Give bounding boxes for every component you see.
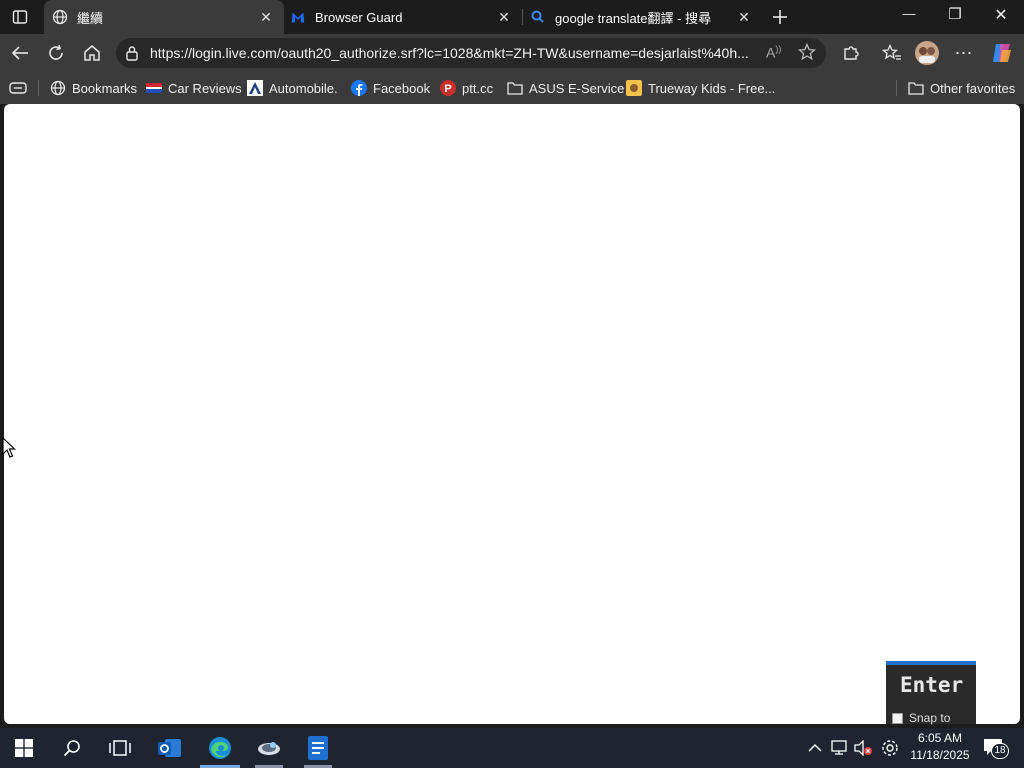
settings-gear-icon[interactable] [880, 738, 900, 758]
favorite-automobile[interactable]: Automobile. [247, 78, 338, 98]
favorite-facebook[interactable]: Facebook [351, 78, 430, 98]
minimize-button[interactable]: — [896, 6, 922, 28]
enter-title[interactable]: Enter [900, 673, 963, 697]
tab-title: Browser Guard [315, 9, 403, 25]
favorite-bookmarks[interactable]: Bookmarks [50, 78, 137, 98]
favorite-asus-eservice[interactable]: ASUS E-Service [507, 78, 624, 98]
snap-to-option[interactable]: Snap to [892, 711, 950, 725]
windows-logo-icon [15, 739, 33, 757]
copilot-button[interactable] [987, 38, 1017, 68]
favbar-separator [38, 80, 39, 96]
system-clock[interactable]: 6:05 AM 11/18/2025 [905, 730, 975, 764]
lock-icon[interactable] [125, 45, 139, 66]
globe-icon [50, 80, 66, 96]
tab-browser-guard[interactable]: Browser Guard ✕ [284, 0, 522, 34]
tab-close-icon[interactable]: ✕ [258, 9, 274, 25]
tab-google-translate[interactable]: google translate翻譯 - 搜尋 ✕ [522, 0, 762, 34]
tab-strip: 繼續 ✕ Browser Guard ✕ google translate翻譯 … [0, 0, 1024, 34]
folder-icon [908, 80, 924, 96]
plus-icon [773, 10, 787, 24]
favbar-separator [896, 80, 897, 96]
refresh-button[interactable] [41, 38, 71, 68]
flag-icon [146, 80, 162, 96]
snap-checkbox[interactable] [892, 712, 903, 724]
task-view-icon [109, 740, 131, 756]
taskbar-app-circle[interactable] [245, 728, 293, 768]
taskbar-edge[interactable] [196, 728, 244, 768]
svg-text:P: P [444, 83, 451, 95]
start-button[interactable] [0, 728, 48, 768]
snap-label: Snap to [909, 711, 951, 725]
tab-title: google translate翻譯 - 搜尋 [555, 10, 712, 26]
navigation-toolbar: https://login.live.com/oauth20_authorize… [0, 34, 1024, 72]
favorite-trueway-kids[interactable]: Trueway Kids - Free... [626, 78, 775, 98]
trueway-icon [626, 80, 642, 96]
malwarebytes-icon [290, 9, 306, 25]
address-bar[interactable]: https://login.live.com/oauth20_authorize… [116, 38, 826, 68]
new-tab-button[interactable] [768, 5, 792, 29]
avatar-icon [915, 41, 939, 65]
settings-more-button[interactable]: ⋯ [949, 38, 979, 68]
chevron-up-icon [808, 743, 822, 752]
tab-title: 繼續 [77, 10, 104, 26]
taskbar: 6:05 AM 11/18/2025 18 [0, 728, 1024, 768]
url-text[interactable]: https://login.live.com/oauth20_authorize… [150, 45, 760, 61]
notification-center-button[interactable]: 18 [983, 738, 1009, 760]
facebook-icon [351, 80, 367, 96]
more-dots-icon: ⋯ [954, 42, 974, 63]
taskbar-docs[interactable] [294, 728, 342, 768]
workspaces-button[interactable] [8, 6, 32, 28]
tab-active[interactable]: 繼續 ✕ [44, 0, 284, 34]
extensions-button[interactable] [836, 38, 866, 68]
globe-icon [52, 9, 68, 25]
tab-actions-icon[interactable] [9, 80, 27, 101]
show-hidden-icons[interactable] [805, 738, 825, 758]
search-icon [530, 9, 546, 25]
edge-icon [209, 737, 231, 759]
network-icon[interactable] [829, 738, 849, 758]
favorites-bar: Bookmarks Car Reviews Automobile. Facebo… [0, 72, 1024, 104]
folder-icon [507, 80, 523, 96]
document-app-icon [308, 736, 328, 760]
notification-count-badge: 18 [991, 743, 1009, 759]
taskbar-outlook[interactable] [146, 728, 194, 768]
favorite-car-reviews[interactable]: Car Reviews [146, 78, 242, 98]
app-circle-icon [258, 742, 280, 755]
tab-close-icon[interactable]: ✕ [736, 9, 752, 25]
back-button[interactable] [5, 38, 35, 68]
restore-button[interactable]: ❐ [942, 5, 968, 27]
clock-time: 6:05 AM [917, 731, 963, 745]
home-icon [84, 45, 100, 61]
page-content[interactable] [4, 104, 1020, 724]
enter-overlay-panel[interactable]: Enter Snap to [886, 661, 976, 725]
arrow-left-icon [11, 46, 28, 60]
copilot-icon [993, 44, 1011, 62]
refresh-icon [49, 44, 63, 60]
favorite-ptt[interactable]: P ptt.cc [440, 78, 493, 98]
puzzle-icon [844, 46, 859, 60]
profile-avatar[interactable] [912, 38, 942, 68]
task-view-button[interactable] [96, 728, 144, 768]
tab-close-icon[interactable]: ✕ [496, 9, 512, 25]
home-button[interactable] [77, 38, 107, 68]
workspaces-icon [12, 10, 28, 24]
favorites-list-icon [882, 44, 901, 60]
close-window-button[interactable]: ✕ [988, 5, 1014, 27]
volume-muted-icon[interactable] [853, 738, 873, 758]
automobile-logo-icon [247, 80, 263, 96]
clock-date: 11/18/2025 [910, 748, 970, 762]
outlook-icon [158, 739, 181, 757]
search-button[interactable] [48, 728, 96, 768]
other-favorites-folder[interactable]: Other favorites [908, 78, 1015, 98]
favorites-button[interactable] [877, 38, 907, 68]
read-aloud-icon[interactable]: A)) [766, 44, 781, 61]
mouse-cursor-icon [2, 436, 16, 464]
search-icon [63, 740, 80, 757]
favorite-star-icon[interactable] [797, 42, 817, 66]
ptt-icon: P [440, 80, 456, 96]
